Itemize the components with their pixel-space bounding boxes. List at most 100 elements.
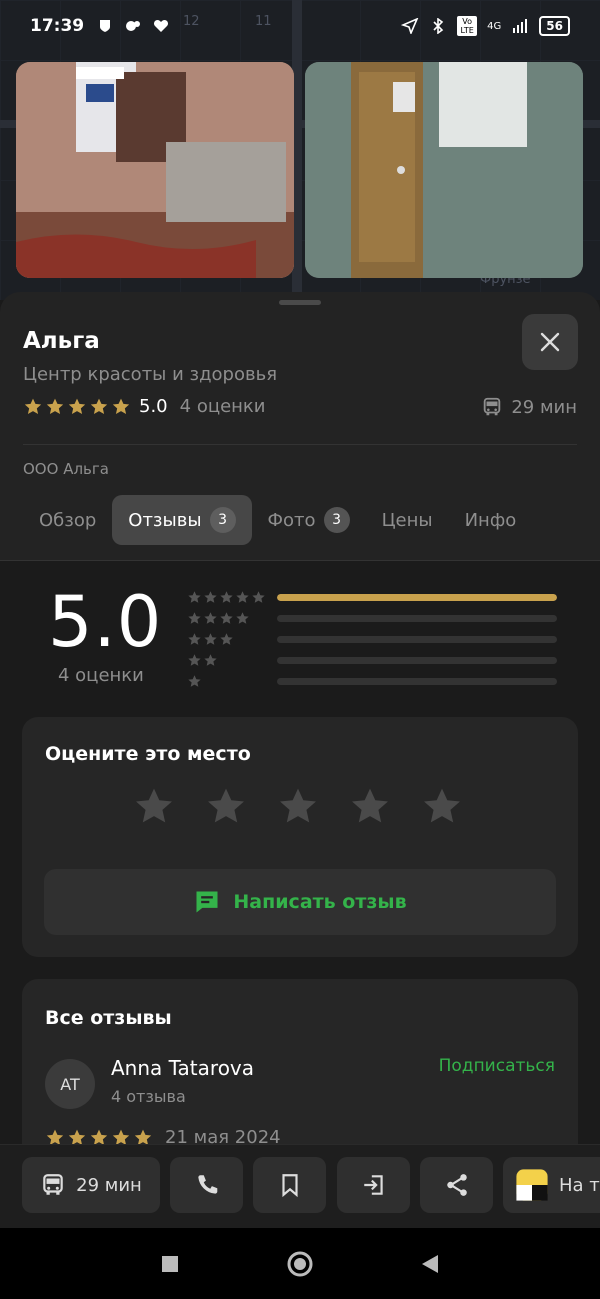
tab-label: Обзор: [39, 509, 97, 531]
enter-button[interactable]: [337, 1157, 410, 1213]
rate-star-icon[interactable]: [204, 785, 248, 829]
rating-distribution: [187, 587, 557, 692]
star-small-icon: [204, 612, 217, 624]
network-label: 4G: [487, 20, 502, 32]
recents-button[interactable]: [155, 1249, 185, 1279]
back-button[interactable]: [415, 1249, 445, 1279]
rating-stars: [23, 397, 131, 417]
all-reviews-title: Все отзывы: [45, 1007, 172, 1029]
tab-overview[interactable]: Обзор: [23, 495, 112, 545]
enter-icon: [363, 1175, 383, 1195]
share-icon: [446, 1174, 467, 1196]
taxi-button[interactable]: На т: [503, 1157, 600, 1213]
star-small-icon: [204, 633, 217, 645]
bus-icon: [43, 1174, 63, 1195]
star-filled-icon: [24, 398, 42, 414]
place-rating-row: 5.0 4 оценки: [23, 396, 266, 417]
star-small-icon: [204, 654, 217, 666]
rating-summary-value: 5.0: [48, 581, 163, 663]
action-bar: 29 мин На т: [0, 1144, 600, 1228]
sheet-drag-handle[interactable]: [279, 300, 321, 305]
signal-icon: [513, 19, 528, 33]
star-filled-icon: [112, 398, 130, 414]
triangle-back-icon: [422, 1254, 438, 1273]
tab-label: Отзывы: [128, 509, 202, 531]
star-small-icon: [188, 591, 201, 603]
company-name: ООО Альга: [23, 460, 109, 478]
tab-label: Фото: [267, 509, 316, 531]
rate-star-icon[interactable]: [276, 785, 320, 829]
circle-icon: [287, 1251, 313, 1276]
route-time-label: 29 мин: [76, 1174, 142, 1196]
transit-time-label: 29 мин: [511, 396, 577, 418]
star-small-icon: [188, 675, 201, 687]
call-button[interactable]: [170, 1157, 243, 1213]
write-review-label: Написать отзыв: [233, 891, 407, 913]
distribution-bar: [277, 678, 557, 685]
write-review-button[interactable]: Написать отзыв: [44, 869, 556, 935]
heart-notification-icon: [154, 19, 169, 32]
star-small-icon: [236, 591, 249, 603]
system-nav-bar: [0, 1228, 600, 1299]
transit-time[interactable]: 29 мин: [481, 396, 577, 418]
rate-card-title: Оцените это место: [45, 743, 251, 765]
place-category: Центр красоты и здоровья: [23, 364, 278, 385]
status-time: 17:39: [30, 16, 85, 36]
taxi-label: На т: [559, 1174, 600, 1196]
distribution-bar: [277, 594, 557, 601]
rate-star-icon[interactable]: [348, 785, 392, 829]
place-photo-2[interactable]: [305, 62, 583, 278]
rate-stars: [132, 785, 464, 829]
avatar[interactable]: AT: [45, 1059, 95, 1109]
star-small-icon: [220, 633, 233, 645]
app-notification-icon: [126, 21, 141, 31]
rate-star-icon[interactable]: [420, 785, 464, 829]
star-small-icon: [204, 591, 217, 603]
star-small-icon: [188, 654, 201, 666]
star-small-icon: [220, 591, 233, 603]
place-title: Альга: [23, 328, 100, 354]
star-small-icon: [188, 612, 201, 624]
distribution-bar: [277, 615, 557, 622]
tab-count-badge: 3: [323, 507, 350, 533]
rating-summary-count: 4 оценки: [58, 665, 144, 686]
volte-badge: Vo LTE: [457, 16, 478, 36]
tab-reviews[interactable]: Отзывы 3: [112, 495, 252, 545]
distribution-bar: [277, 636, 557, 643]
home-button[interactable]: [285, 1249, 315, 1279]
rate-place-card: Оцените это место Написать отзыв: [22, 717, 578, 957]
share-button[interactable]: [420, 1157, 493, 1213]
bookmark-icon: [281, 1174, 298, 1198]
close-button[interactable]: [522, 314, 578, 370]
close-icon: [540, 332, 560, 352]
tab-prices[interactable]: Цены: [366, 495, 449, 545]
location-arrow-icon: [401, 18, 419, 34]
distribution-bar: [277, 657, 557, 664]
tab-count-badge: 3: [209, 507, 236, 533]
star-small-icon: [220, 612, 233, 624]
shield-notification-icon: [100, 20, 111, 32]
message-icon: [196, 891, 218, 913]
bus-icon: [484, 397, 501, 416]
route-button[interactable]: 29 мин: [22, 1157, 160, 1213]
star-filled-icon: [46, 398, 64, 414]
tab-bar: Обзор Отзывы 3 Фото 3 Цены Инфо: [23, 495, 532, 545]
rating-count[interactable]: 4 оценки: [180, 396, 266, 417]
tab-label: Цены: [381, 509, 433, 531]
reviewer-name[interactable]: Anna Tatarova: [111, 1056, 254, 1080]
star-filled-icon: [68, 398, 86, 414]
tab-photos[interactable]: Фото 3: [252, 495, 366, 545]
place-photo-1[interactable]: [16, 62, 294, 278]
bookmark-button[interactable]: [253, 1157, 326, 1213]
distribution-row: [187, 671, 557, 692]
reviewer-review-count: 4 отзыва: [111, 1087, 186, 1106]
distribution-row: [187, 587, 557, 608]
battery-indicator: 56: [539, 16, 570, 36]
square-icon: [162, 1255, 178, 1272]
subscribe-button[interactable]: Подписаться: [439, 1056, 555, 1076]
rate-star-icon[interactable]: [132, 785, 176, 829]
distribution-row: [187, 608, 557, 629]
tab-label: Инфо: [464, 509, 517, 531]
bluetooth-icon: [433, 18, 444, 34]
tab-info[interactable]: Инфо: [449, 495, 533, 545]
